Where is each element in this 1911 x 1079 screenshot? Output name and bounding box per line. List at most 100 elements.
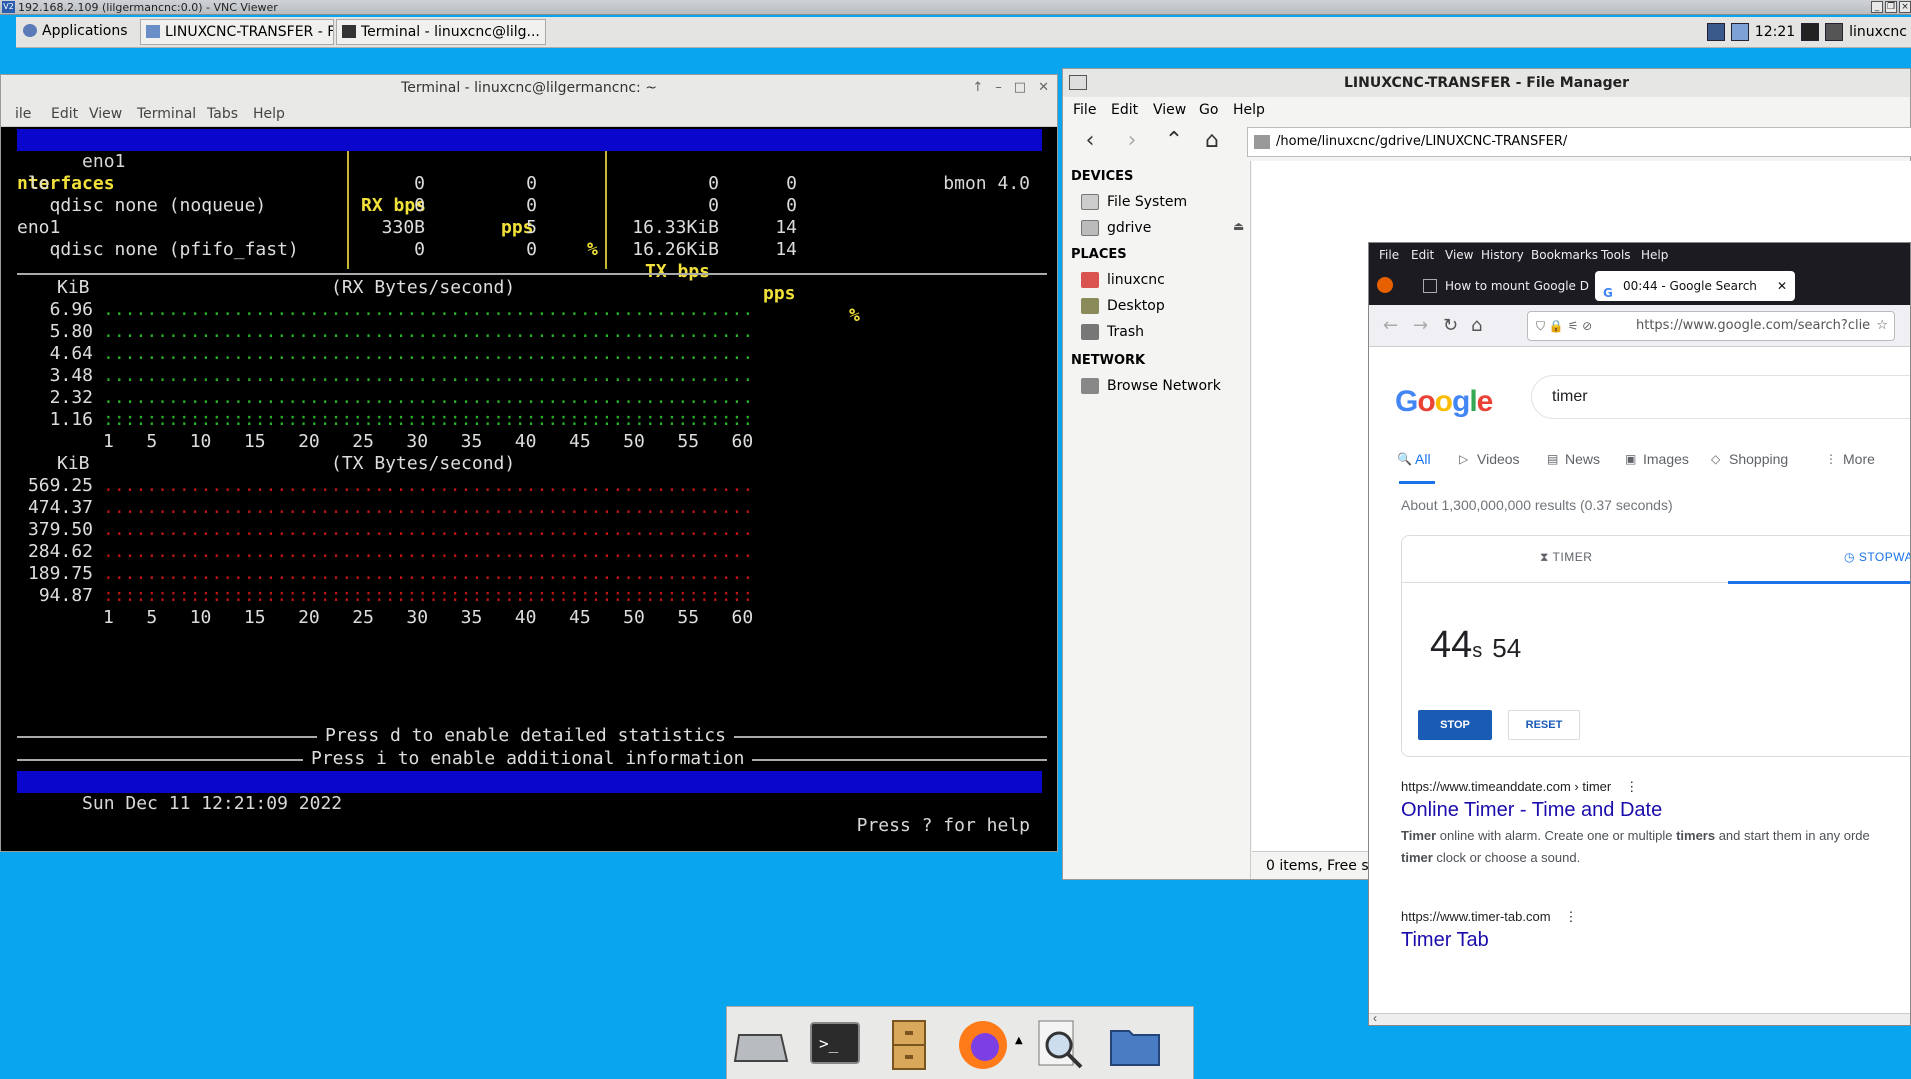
snippet-bold: timers xyxy=(1676,828,1716,843)
tab-timer[interactable]: ⧗ TIMER xyxy=(1540,550,1592,565)
shield-icon[interactable]: ⛉ 🔒 ⚟ ⊘ xyxy=(1536,312,1592,340)
forward-icon[interactable]: › xyxy=(1119,129,1145,155)
interface-row[interactable]: qdisc none (pfifo_fast) 0 0 16.26KiB 14 xyxy=(17,239,1047,261)
file-cabinet-icon[interactable] xyxy=(881,1017,937,1073)
result-snippet: Timer online with alarm. Create one or m… xyxy=(1401,825,1901,869)
bookmark-star-icon[interactable]: ☆ xyxy=(1876,312,1888,340)
scroll-left-icon[interactable]: ‹ xyxy=(1373,1011,1377,1025)
sidebar-item-file-system[interactable]: File System xyxy=(1081,191,1187,213)
menu-view[interactable]: View xyxy=(89,101,122,127)
firefox-view-icon[interactable] xyxy=(1377,277,1393,293)
menu-go[interactable]: Go xyxy=(1199,97,1218,123)
sidebar-item-trash[interactable]: Trash xyxy=(1081,321,1144,343)
firefox-launcher-icon[interactable] xyxy=(955,1017,1011,1073)
close-icon[interactable]: × xyxy=(1899,1,1911,13)
more-vertical-icon[interactable]: ⋮ xyxy=(1625,779,1638,794)
tab-label: STOPWA xyxy=(1858,550,1911,564)
more-vertical-icon[interactable]: ⋮ xyxy=(1565,909,1578,924)
menu-help[interactable]: Help xyxy=(1641,243,1668,267)
result-title[interactable]: Timer Tab xyxy=(1401,929,1489,952)
interface-row[interactable]: eno1 330B 5 16.33KiB 14 xyxy=(17,217,1047,239)
restore-icon[interactable]: ❐ xyxy=(1885,1,1897,13)
search-launcher-icon[interactable] xyxy=(1031,1017,1087,1073)
tab-stopwatch[interactable]: ◷ STOPWA xyxy=(1844,550,1911,564)
tab-more[interactable]: ⋮ More xyxy=(1825,451,1875,467)
minimize-icon[interactable]: – xyxy=(995,75,1002,101)
cell-tx-pps: 0 xyxy=(786,173,797,194)
eject-icon[interactable]: ⏏ xyxy=(1233,219,1244,233)
bmon-screen[interactable]: eno1 bmon 4.0 nterfaces RX bps pps % TX … xyxy=(17,127,1047,851)
show-desktop-icon[interactable] xyxy=(733,1017,789,1073)
up-icon[interactable]: ⌃ xyxy=(1161,129,1187,155)
tab-google-drive-guide[interactable]: How to mount Google Drive as a fi xyxy=(1417,271,1589,301)
terminal-launcher-icon[interactable]: >_ xyxy=(807,1017,863,1073)
menu-file[interactable]: File xyxy=(1073,97,1096,123)
result-title[interactable]: Online Timer - Time and Date xyxy=(1401,799,1662,822)
location-bar[interactable]: /home/linuxcnc/gdrive/LINUXCNC-TRANSFER/ xyxy=(1247,127,1911,157)
vnc-window-controls: _ ❐ × xyxy=(1871,1,1911,13)
menu-edit[interactable]: Edit xyxy=(1111,97,1138,123)
interface-row[interactable]: qdisc none (noqueue) 0 0 0 0 xyxy=(17,195,1047,217)
user-name[interactable]: linuxcnc xyxy=(1849,24,1911,40)
tab-videos[interactable]: ▷ Videos xyxy=(1459,451,1520,467)
minimize-icon[interactable]: _ xyxy=(1871,1,1883,13)
menu-file[interactable]: File xyxy=(1379,243,1399,267)
taskbar-window-terminal[interactable]: Terminal - linuxcnc@lilg... xyxy=(336,19,546,45)
places-header: PLACES xyxy=(1071,247,1127,262)
menu-file[interactable]: ile xyxy=(15,101,31,127)
menu-terminal[interactable]: Terminal xyxy=(137,101,196,127)
back-icon[interactable]: ← xyxy=(1383,315,1398,336)
google-logo[interactable]: Google xyxy=(1395,385,1493,419)
tab-images[interactable]: ▣ Images xyxy=(1625,451,1689,467)
forward-icon[interactable]: → xyxy=(1413,315,1428,336)
home-icon[interactable]: ⌂ xyxy=(1199,129,1225,155)
result-url[interactable]: https://www.timer-tab.com ⋮ xyxy=(1401,909,1578,925)
sidebar-item-browse-network[interactable]: Browse Network xyxy=(1081,375,1221,397)
maximize-up-icon[interactable]: ↑ xyxy=(972,75,983,101)
maximize-icon[interactable]: □ xyxy=(1014,75,1026,101)
close-icon[interactable]: ✕ xyxy=(1038,75,1049,101)
search-input[interactable]: timer xyxy=(1531,375,1910,419)
menu-tabs[interactable]: Tabs xyxy=(207,101,238,127)
reload-icon[interactable]: ↻ xyxy=(1443,315,1458,336)
sidebar-item-desktop[interactable]: Desktop xyxy=(1081,295,1165,317)
tab-all[interactable]: 🔍 All xyxy=(1397,451,1431,467)
home-icon[interactable]: ⌂ xyxy=(1471,315,1482,336)
folder-launcher-icon[interactable] xyxy=(1107,1017,1163,1073)
menu-view[interactable]: View xyxy=(1445,243,1473,267)
stop-button[interactable]: STOP xyxy=(1418,710,1492,740)
network-tray-icon[interactable] xyxy=(1825,23,1844,41)
tab-news[interactable]: ▤ News xyxy=(1547,451,1600,467)
menu-history[interactable]: History xyxy=(1481,243,1524,267)
google-icon: G xyxy=(1603,286,1613,300)
menu-help[interactable]: Help xyxy=(1233,97,1265,123)
horizontal-scrollbar[interactable]: ‹ xyxy=(1369,1011,1910,1025)
taskbar-window-file-manager[interactable]: LINUXCNC-TRANSFER - F... xyxy=(140,19,334,45)
url-bar[interactable]: ⛉ 🔒 ⚟ ⊘ https://www.google.com/search?cl… xyxy=(1527,311,1895,341)
menu-edit[interactable]: Edit xyxy=(51,101,78,127)
tab-shopping[interactable]: ◇ Shopping xyxy=(1711,451,1788,467)
sidebar-item-gdrive[interactable]: gdrive xyxy=(1081,217,1151,239)
back-icon[interactable]: ‹ xyxy=(1077,129,1103,155)
applications-menu-button[interactable]: Applications xyxy=(18,19,138,45)
reset-button[interactable]: RESET xyxy=(1508,710,1580,740)
terminal-title: Terminal - linuxcnc@lilgermancnc: ~ xyxy=(401,80,657,96)
workspace-1-icon[interactable] xyxy=(1706,23,1725,41)
tab-google-search[interactable]: G 00:44 - Google Search ✕ xyxy=(1595,271,1795,301)
menu-edit[interactable]: Edit xyxy=(1411,243,1434,267)
workspace-2-icon[interactable] xyxy=(1730,23,1749,41)
chevron-up-icon[interactable]: ▲ xyxy=(1015,1035,1023,1046)
menu-help[interactable]: Help xyxy=(253,101,285,127)
menu-tools[interactable]: Tools xyxy=(1601,243,1631,267)
result-url[interactable]: https://www.timeanddate.com › timer ⋮ xyxy=(1401,779,1638,795)
clock[interactable]: 12:21 xyxy=(1755,24,1795,40)
col-tx-pps: pps xyxy=(763,283,796,304)
sidebar-item-linuxcnc[interactable]: linuxcnc xyxy=(1081,269,1165,291)
vnc-tray-icon[interactable] xyxy=(1801,23,1820,41)
menu-bookmarks[interactable]: Bookmarks xyxy=(1531,243,1598,267)
graph-level-label: 5.80 xyxy=(49,321,93,342)
menu-view[interactable]: View xyxy=(1153,97,1186,123)
graph-level-label: 189.75 xyxy=(27,563,93,584)
close-tab-icon[interactable]: ✕ xyxy=(1777,271,1787,301)
interface-row[interactable]: lo 0 0 0 0 xyxy=(17,173,1047,195)
